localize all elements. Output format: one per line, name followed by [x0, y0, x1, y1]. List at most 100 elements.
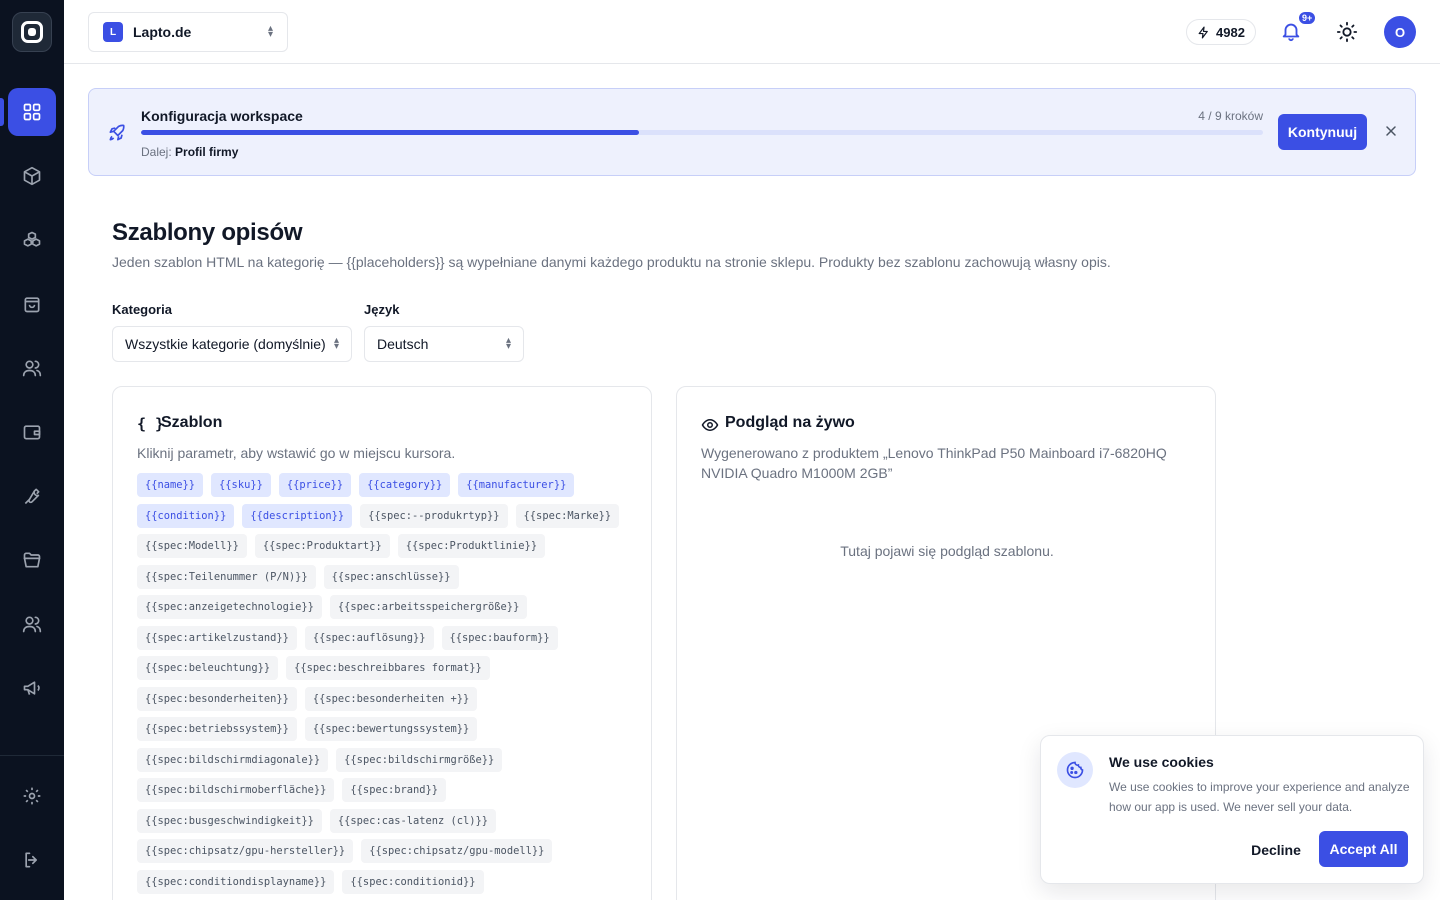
sidebar-item-tools[interactable] — [8, 472, 56, 520]
workspace-badge: L — [103, 22, 123, 42]
sidebar-item-settings[interactable] — [8, 772, 56, 820]
template-card: { } Szablon Kliknij parametr, aby wstawi… — [112, 386, 652, 900]
placeholder-chip[interactable]: {{spec:cas-latenz (cl)}} — [329, 808, 497, 833]
preview-card-subtitle: Wygenerowano z produktem „Lenovo ThinkPa… — [701, 445, 1167, 481]
placeholder-chip[interactable]: {{spec:conditiondisplayname}} — [137, 869, 335, 894]
placeholder-chip[interactable]: {{category}} — [359, 473, 451, 497]
placeholder-chip[interactable]: {{spec:beleuchtung}} — [137, 656, 279, 680]
banner-next-step: Dalej: Profil firmy — [141, 145, 238, 159]
placeholder-chip[interactable]: {{spec:artikelzustand}} — [137, 625, 297, 650]
continue-button[interactable]: Kontynuuj — [1278, 114, 1367, 150]
placeholder-chip[interactable]: {{spec:busgeschwindigkeit}} — [137, 808, 322, 833]
placeholder-chip[interactable]: {{spec:bildschirmdiagonale}} — [137, 747, 329, 772]
category-select[interactable]: Wszystkie kategorie (domyślnie) ▴ ▾ — [112, 326, 352, 362]
language-select[interactable]: Deutsch ▴ ▾ — [364, 326, 524, 362]
placeholder-chip[interactable]: {{spec:auflösung}} — [304, 625, 434, 650]
sidebar — [0, 0, 64, 900]
placeholder-chip[interactable]: {{spec:betriebssystem}} — [137, 717, 297, 741]
wrench-icon — [24, 488, 40, 505]
cookie-title: We use cookies — [1109, 754, 1214, 770]
theme-toggle[interactable] — [1336, 21, 1358, 43]
folder-icon — [23, 552, 41, 568]
sidebar-item-team[interactable] — [8, 600, 56, 648]
placeholder-chip[interactable]: {{spec:anzeigetechnologie}} — [137, 595, 322, 619]
eye-icon — [701, 418, 719, 432]
placeholder-chip[interactable]: {{spec:bildschirmgröße}} — [336, 747, 503, 772]
placeholder-chip[interactable]: {{spec:bildschirmoberfläche}} — [137, 778, 335, 802]
language-label: Język — [364, 302, 400, 317]
team-icon — [22, 616, 42, 633]
users-icon — [22, 360, 42, 377]
sidebar-item-products[interactable] — [8, 152, 56, 200]
workspace-selector[interactable]: L Lapto.de ▴ ▾ — [88, 12, 288, 52]
placeholder-chip[interactable]: {{spec:chipsatz/gpu-hersteller}} — [137, 839, 354, 863]
topbar: L Lapto.de ▴ ▾ 4982 9+ O — [64, 0, 1440, 64]
gear-icon — [23, 787, 41, 805]
language-select-value: Deutsch — [377, 336, 429, 352]
banner-title: Konfiguracja workspace — [141, 108, 303, 124]
sidebar-item-orders[interactable] — [8, 280, 56, 328]
app-logo[interactable] — [12, 12, 52, 52]
placeholder-chip[interactable]: {{spec:besonderheiten +}} — [304, 686, 478, 711]
placeholder-chip[interactable]: {{spec:besonderheiten}} — [137, 686, 297, 711]
megaphone-icon — [23, 681, 40, 695]
placeholder-chip[interactable]: {{spec:chipsatz/gpu-modell}} — [361, 839, 553, 863]
chevron-updown-icon: ▴ ▾ — [333, 335, 339, 352]
placeholder-chip[interactable]: {{manufacturer}} — [458, 473, 575, 497]
avatar[interactable]: O — [1384, 16, 1416, 48]
notifications-badge: 9+ — [1297, 10, 1318, 26]
wallet-icon — [23, 425, 41, 440]
credits-badge[interactable]: 4982 — [1186, 19, 1256, 45]
decline-button[interactable]: Decline — [1241, 832, 1311, 868]
cookie-icon — [1057, 752, 1093, 788]
sidebar-item-dashboard[interactable] — [0, 88, 56, 136]
placeholder-chip[interactable]: {{spec:Produktart}} — [254, 534, 390, 558]
banner-steps: 4 / 9 kroków — [1198, 109, 1263, 123]
setup-progress-bar — [141, 130, 1263, 135]
placeholder-chip[interactable]: {{price}} — [278, 473, 352, 497]
placeholder-chip[interactable]: {{spec:Modell}} — [137, 534, 247, 558]
preview-empty-state: Tutaj pojawi się podgląd szablonu. — [840, 543, 1054, 559]
category-select-value: Wszystkie kategorie (domyślnie) — [125, 336, 326, 352]
placeholder-chip[interactable]: {{spec:beschreibbares format}} — [286, 656, 490, 680]
placeholder-chip[interactable]: {{spec:anschlüsse}} — [323, 564, 459, 589]
sidebar-item-files[interactable] — [8, 536, 56, 584]
page-title: Szablony opisów — [112, 219, 303, 246]
logout-icon — [25, 852, 38, 868]
sidebar-item-marketing[interactable] — [8, 664, 56, 712]
placeholder-chip[interactable]: {{name}} — [137, 473, 204, 497]
placeholder-chip[interactable]: {{description}} — [242, 503, 353, 528]
workspace-name: Lapto.de — [133, 24, 192, 40]
placeholder-chip[interactable]: {{spec:brand}} — [342, 778, 447, 802]
box-icon — [23, 166, 41, 186]
sidebar-item-customers[interactable] — [8, 344, 56, 392]
cubes-icon — [23, 231, 41, 247]
grid-icon — [23, 103, 41, 121]
placeholder-chip[interactable]: {{spec:bauform}} — [441, 625, 558, 650]
placeholder-chip[interactable]: {{condition}} — [137, 503, 235, 528]
page-description: Jeden szablon HTML na kategorię — {{plac… — [112, 254, 1111, 270]
sidebar-divider — [0, 755, 64, 756]
placeholder-chip[interactable]: {{spec:Marke}} — [515, 503, 620, 528]
placeholder-chip[interactable]: {{spec:arbeitsspeichergröße}} — [329, 595, 528, 619]
setup-progress-fill — [141, 130, 640, 135]
cookie-banner: We use cookies We use cookies to improve… — [1040, 735, 1424, 884]
placeholder-chip[interactable]: {{spec:Produktlinie}} — [397, 534, 546, 558]
sidebar-item-integrations[interactable] — [8, 216, 56, 264]
placeholder-chip[interactable]: {{spec:conditionid}} — [342, 869, 484, 894]
sun-icon — [1336, 21, 1358, 43]
sidebar-item-logout[interactable] — [8, 836, 56, 884]
close-icon[interactable] — [1383, 123, 1399, 139]
placeholder-chip[interactable]: {{sku}} — [211, 473, 271, 497]
placeholder-chip-list: {{name}} {{sku}} {{price}} {{category}} {{ma… — [137, 473, 637, 900]
template-card-title: Szablon — [161, 414, 223, 431]
sidebar-item-wallet[interactable] — [8, 408, 56, 456]
placeholder-chip[interactable]: {{spec:bewertungssystem}} — [304, 717, 478, 741]
category-label: Kategoria — [112, 302, 172, 317]
rocket-icon — [109, 124, 125, 141]
placeholder-chip[interactable]: {{spec:--produkrtyp}} — [360, 503, 508, 528]
placeholder-chip[interactable]: {{spec:Teilenummer (P/N)}} — [137, 564, 316, 589]
accept-all-button[interactable]: Accept All — [1319, 831, 1408, 867]
preview-card-title: Podgląd na żywo — [725, 414, 855, 431]
cookie-text: We use cookies to improve your experienc… — [1109, 780, 1410, 814]
